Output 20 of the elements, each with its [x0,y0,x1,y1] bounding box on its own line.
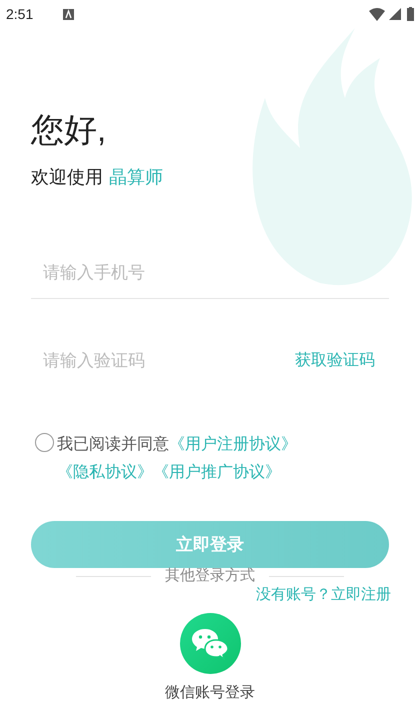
agreement-link[interactable]: 《隐私协议》 [57,464,153,481]
greeting: 您好, [31,110,108,150]
keyboard-status-icon [63,8,74,20]
chat-bubbles-icon [191,628,229,660]
battery-icon [407,7,414,21]
app-name: 晶算师 [109,166,163,189]
status-time: 2:51 [6,4,34,24]
register-link[interactable]: 没有账号？立即注册 [256,585,391,605]
wifi-icon [369,8,385,20]
agreement-radio[interactable] [35,433,54,452]
agreement-text: 我已阅读并同意《用户注册协议》 《隐私协议》《用户推广协议》 [57,434,298,483]
wechat-login-label: 微信账号登录 [165,683,255,703]
code-input-field[interactable]: 请输入验证码 获取验证码 [31,335,389,387]
other-login-label: 其他登录方式 [164,567,256,585]
agreement-link[interactable]: 《用户推广协议》 [153,464,281,481]
signal-icon [389,8,401,20]
get-code-button[interactable]: 获取验证码 [295,349,377,373]
phone-input-field[interactable]: 请输入手机号 [31,247,389,299]
agreement-link[interactable]: 《用户注册协议》 [169,436,297,453]
welcome-text: 欢迎使用 [31,166,103,189]
